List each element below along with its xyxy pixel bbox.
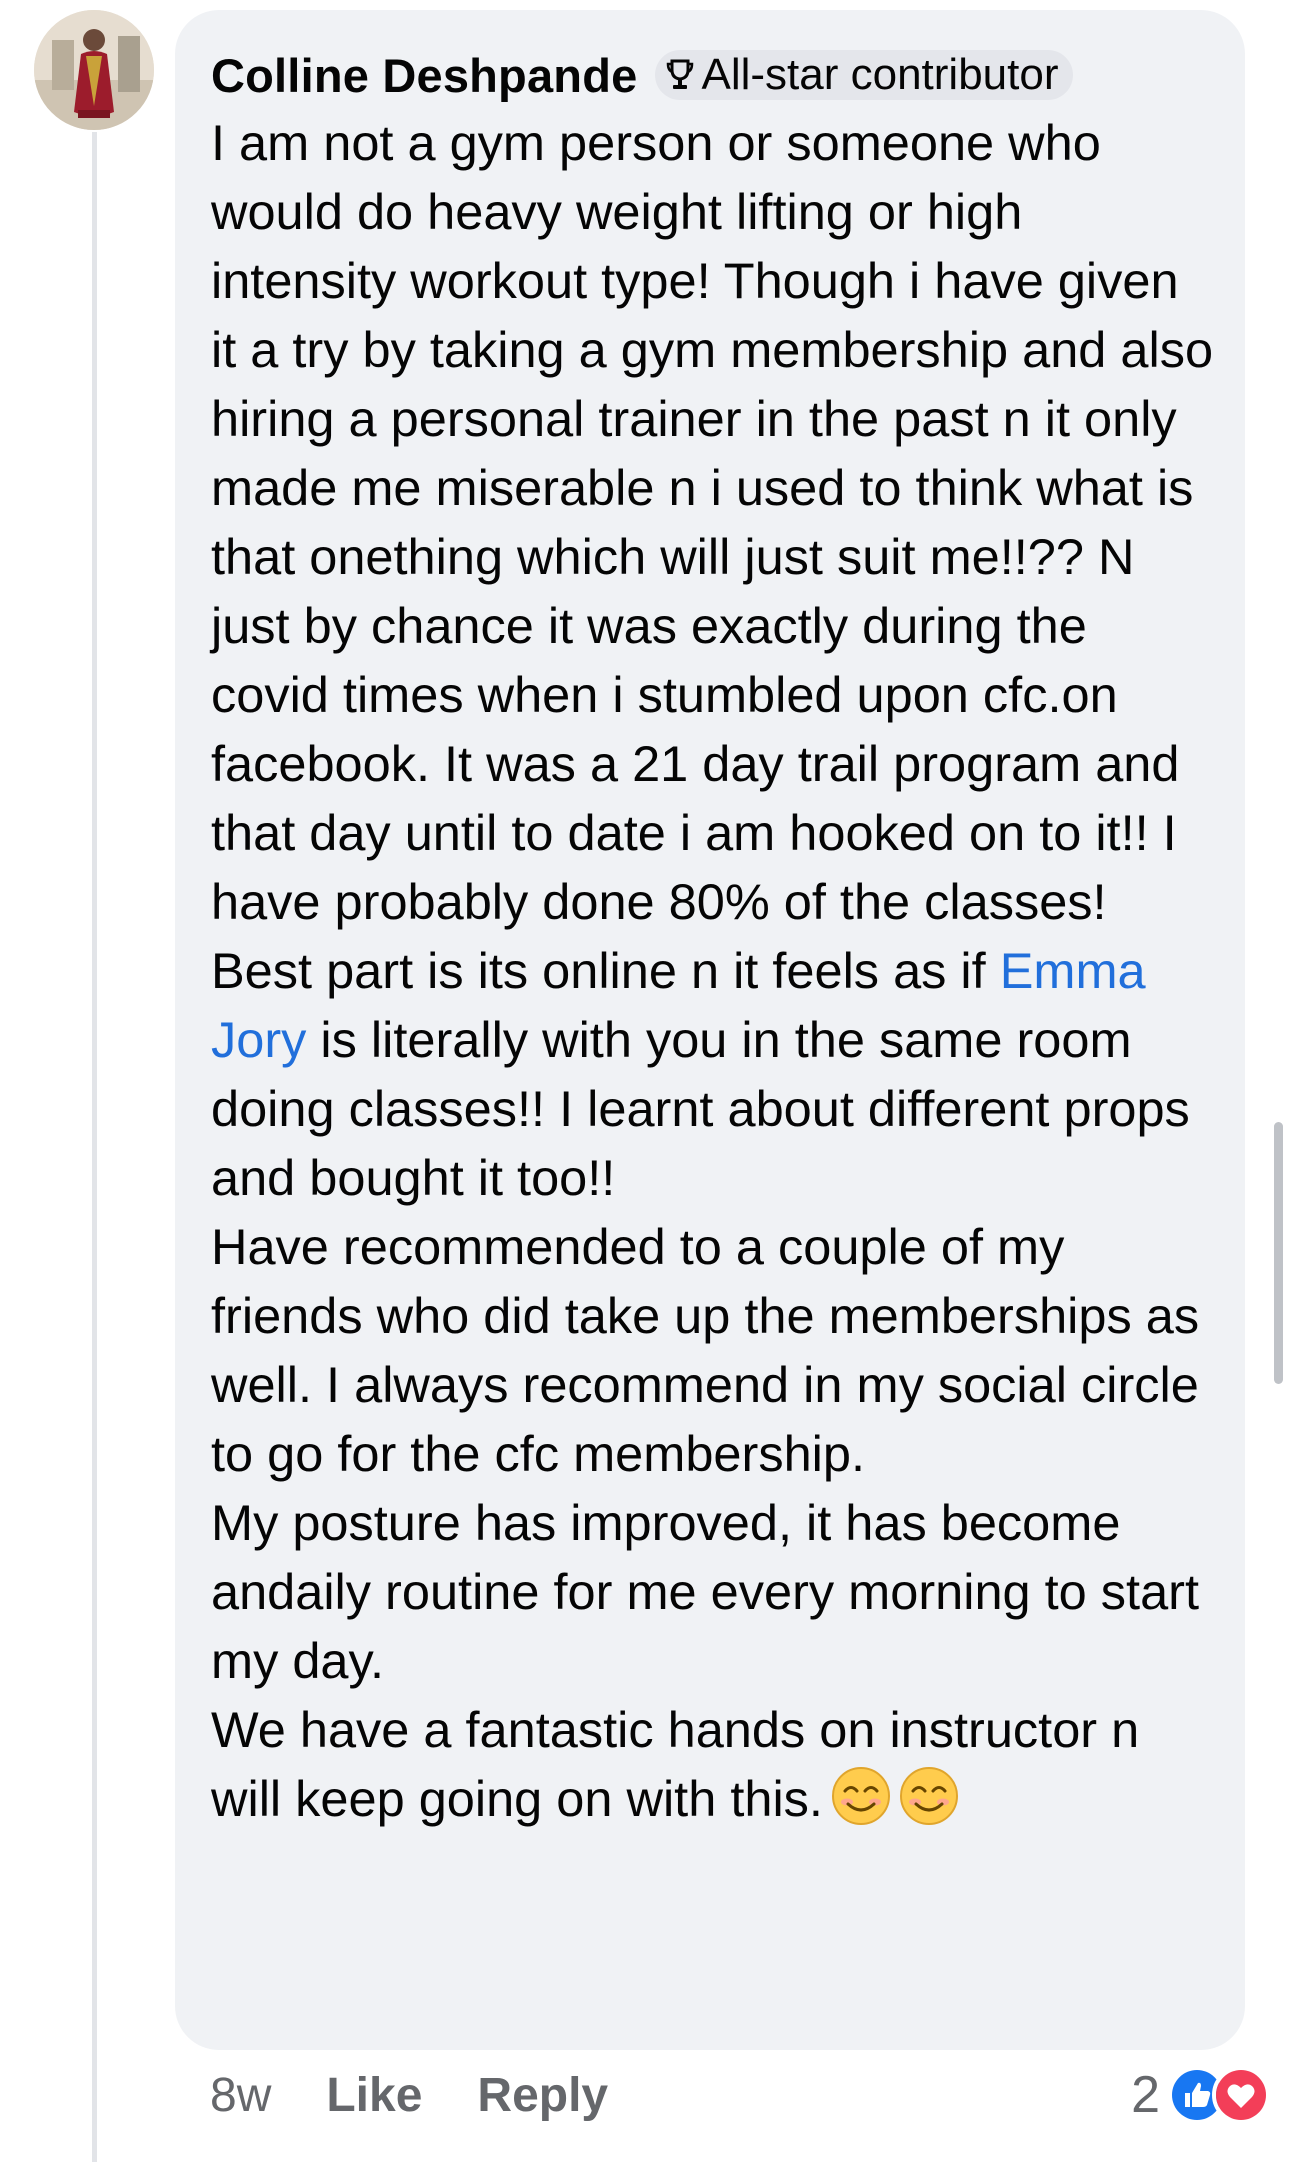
smiling-face-icon	[831, 1766, 891, 1826]
comment-bubble: Colline Deshpande All-star contributor I…	[175, 10, 1245, 2050]
comment-text-segment: is literally with you in the same room d…	[211, 1011, 1190, 1206]
comment-timestamp[interactable]: 8w	[210, 2068, 271, 2123]
reply-button[interactable]: Reply	[477, 2068, 608, 2123]
comment-header: Colline Deshpande All-star contributor	[211, 40, 1215, 110]
love-reaction-icon	[1212, 2066, 1270, 2124]
comment-paragraph-2: Have recommended to a couple of my frien…	[211, 1218, 1200, 1482]
comment-paragraph-1: I am not a gym person or someone who wou…	[211, 108, 1215, 1212]
comment-paragraph-3: My posture has improved, it has become a…	[211, 1494, 1200, 1689]
scrollbar[interactable]	[1274, 1122, 1283, 1384]
comment-actions: 8w Like Reply	[210, 2060, 663, 2130]
avatar-image	[34, 10, 154, 130]
like-button[interactable]: Like	[326, 2068, 422, 2123]
comment-text-segment: We have a fantastic hands on instructor …	[211, 1701, 1140, 1827]
author-name[interactable]: Colline Deshpande	[211, 48, 637, 103]
avatar[interactable]	[34, 10, 154, 130]
badge-label: All-star contributor	[701, 50, 1059, 99]
comment-paragraph-4: We have a fantastic hands on instructor …	[211, 1695, 1215, 1833]
trophy-icon	[665, 57, 695, 93]
comment-text: I am not a gym person or someone who wou…	[211, 108, 1215, 1833]
smiling-face-icon	[899, 1766, 959, 1826]
contributor-badge[interactable]: All-star contributor	[655, 50, 1073, 100]
reaction-summary[interactable]: 2	[1131, 2062, 1270, 2128]
thread-line	[92, 132, 97, 2162]
reaction-count: 2	[1131, 2066, 1160, 2124]
comment-text-segment: I am not a gym person or someone who wou…	[211, 114, 1214, 999]
